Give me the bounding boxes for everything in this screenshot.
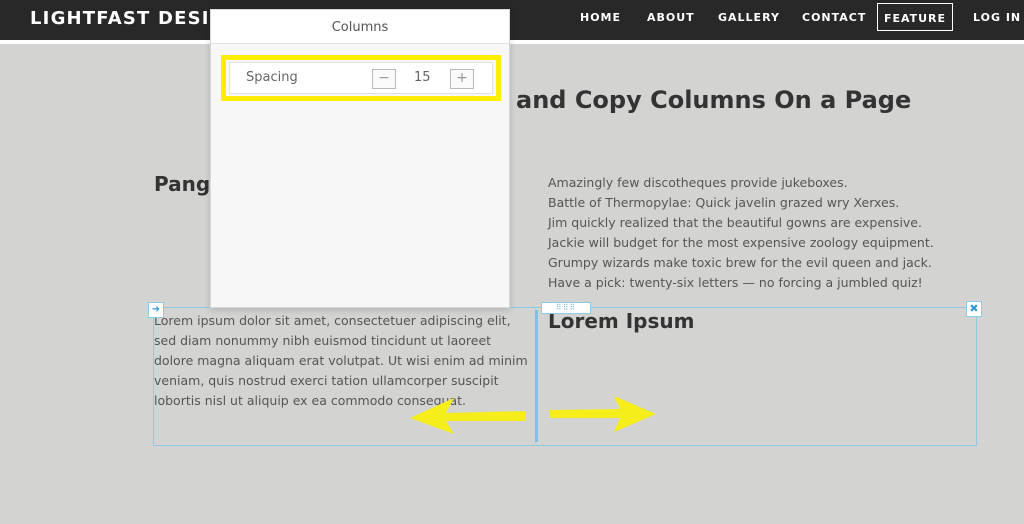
pangram-line: Amazingly few discotheques provide jukeb…: [548, 175, 848, 190]
spacing-control: Spacing − 15 +: [229, 62, 493, 94]
nav-home[interactable]: HOME: [580, 11, 621, 24]
spacing-decrement-button[interactable]: −: [372, 69, 396, 89]
navbar-divider: [0, 40, 1024, 44]
columns-panel-title: Columns: [331, 20, 389, 35]
pangram-line: Jackie will budget for the most expensiv…: [548, 235, 934, 250]
pangram-line: Battle of Thermopylae: Quick javelin gra…: [548, 195, 900, 210]
delete-columns-icon[interactable]: ✖: [966, 301, 982, 317]
left-arrow-annotation: [410, 398, 526, 434]
nav-contact[interactable]: CONTACT: [802, 11, 866, 24]
nav-login[interactable]: LOG IN: [973, 11, 1021, 24]
pangram-line: Have a pick: twenty-six letters — no for…: [548, 275, 923, 290]
top-navbar: LIGHTFAST DESIGN HOME ABOUT GALLERY CONT…: [0, 0, 1024, 40]
nav-about[interactable]: ABOUT: [647, 11, 695, 24]
columns-panel: Columns: [210, 9, 510, 308]
spacing-value[interactable]: 15: [414, 70, 431, 85]
pangram-line: Grumpy wizards make toxic brew for the e…: [548, 255, 932, 270]
spacing-increment-button[interactable]: +: [450, 69, 474, 89]
pangram-list: Amazingly few discotheques provide jukeb…: [548, 173, 934, 293]
nav-feature[interactable]: FEATURE: [877, 3, 953, 31]
move-columns-icon[interactable]: ➜: [148, 302, 164, 318]
nav-feature-label: FEATURE: [883, 12, 947, 25]
drag-handle-icon[interactable]: ⠿⠿⠿: [541, 302, 591, 314]
page-title: and Copy Columns On a Page: [516, 86, 912, 114]
spacing-label: Spacing: [246, 70, 298, 85]
columns-panel-header: Columns: [211, 10, 509, 44]
right-arrow-annotation: [550, 396, 656, 432]
nav-gallery[interactable]: GALLERY: [718, 11, 780, 24]
column-resize-divider[interactable]: [535, 310, 538, 442]
pangram-line: Jim quickly realized that the beautiful …: [548, 215, 922, 230]
